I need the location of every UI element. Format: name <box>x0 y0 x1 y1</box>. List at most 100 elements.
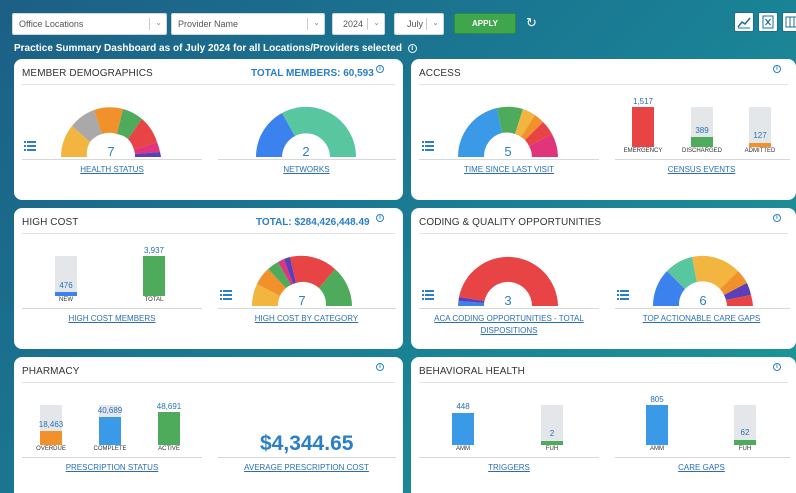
bar-value: 40,689 <box>97 406 123 415</box>
new-bar-track <box>55 256 77 296</box>
divider <box>22 233 395 234</box>
underline <box>218 457 396 458</box>
divider <box>419 84 788 85</box>
coding-quality-card: CODING & QUALITY OPPORTUNITIES i 3 ACA C… <box>411 208 796 349</box>
care-gaps-amm-bar[interactable] <box>646 405 668 445</box>
dispositions-link[interactable]: DISPOSITIONS <box>411 325 607 336</box>
list-icon[interactable] <box>422 141 434 151</box>
triggers-amm-bar[interactable] <box>452 413 474 445</box>
office-locations-value: Office Locations <box>19 19 84 29</box>
column-chooser-icon[interactable] <box>782 12 796 32</box>
underline <box>419 308 599 309</box>
underline <box>218 159 396 160</box>
info-icon[interactable]: i <box>407 44 417 53</box>
underline <box>22 308 202 309</box>
excel-export-icon[interactable] <box>758 12 778 32</box>
discharged-bar[interactable] <box>691 137 713 147</box>
admitted-bar[interactable] <box>749 143 771 147</box>
access-card: ACCESS i 5 TIME SINCE LAST VISIT 1,517 E… <box>411 59 796 200</box>
chevron-down-icon: ⌄ <box>155 18 162 27</box>
triggers-fuh-bar[interactable] <box>541 441 563 445</box>
divider <box>22 382 395 383</box>
time-since-last-visit-link[interactable]: TIME SINCE LAST VISIT <box>411 164 607 175</box>
info-icon[interactable]: i <box>773 363 781 371</box>
bar-label: FUH <box>738 446 752 452</box>
info-icon[interactable]: i <box>773 214 781 222</box>
new-bar[interactable] <box>55 292 77 296</box>
top-actionable-care-gaps-link[interactable]: TOP ACTIONABLE CARE GAPS <box>607 313 796 324</box>
care-gaps-fuh-bar[interactable] <box>734 440 756 445</box>
bar-label: EMERGENCY <box>623 148 663 154</box>
info-icon[interactable]: i <box>773 65 781 73</box>
bar-label: NEW <box>59 297 73 303</box>
admitted-bar-track <box>749 107 771 147</box>
card-title: HIGH COST <box>22 217 79 228</box>
select-divider <box>367 18 368 30</box>
high-cost-category-count: 7 <box>298 293 306 308</box>
bar-value: 62 <box>740 428 750 437</box>
info-icon[interactable]: i <box>376 65 384 73</box>
bar-label: TOTAL <box>144 297 164 303</box>
care-gaps-fuh-bar-track <box>734 405 756 445</box>
bar-value: 1,517 <box>632 97 654 106</box>
total-bar[interactable] <box>143 256 165 296</box>
care-gaps-link[interactable]: CARE GAPS <box>607 462 796 473</box>
bar-value: 476 <box>59 281 73 290</box>
info-icon[interactable]: i <box>376 363 384 371</box>
underline <box>218 308 396 309</box>
line-chart-icon[interactable] <box>734 12 754 32</box>
underline <box>22 159 202 160</box>
underline <box>615 159 790 160</box>
bar-value: 127 <box>753 131 767 140</box>
emergency-bar[interactable] <box>632 107 654 147</box>
year-select[interactable]: 2024 ⌄ <box>332 13 385 35</box>
behavioral-health-card: BEHAVIORAL HEALTH i 448 AMM 2 FUH TRIGGE… <box>411 357 796 493</box>
networks-link[interactable]: NETWORKS <box>210 164 403 175</box>
list-icon[interactable] <box>220 290 232 300</box>
underline <box>419 159 599 160</box>
filter-bar: Office Locations ⌄ Provider Name ⌄ 2024 … <box>12 12 796 35</box>
refresh-icon[interactable]: ↻ <box>526 15 537 31</box>
overdue-bar[interactable] <box>40 431 62 445</box>
list-icon[interactable] <box>24 141 36 151</box>
aca-coding-link[interactable]: ACA CODING OPPORTUNITIES - TOTAL <box>411 313 607 324</box>
aca-coding-count: 3 <box>504 293 512 308</box>
office-locations-select[interactable]: Office Locations ⌄ <box>12 13 167 35</box>
provider-name-value: Provider Name <box>178 19 239 29</box>
provider-name-select[interactable]: Provider Name ⌄ <box>171 13 325 35</box>
underline <box>419 457 599 458</box>
apply-button[interactable]: APPLY <box>454 13 516 34</box>
info-icon[interactable]: i <box>376 214 384 222</box>
divider <box>419 382 788 383</box>
prescription-status-link[interactable]: PRESCRIPTION STATUS <box>14 462 210 473</box>
high-cost-members-link[interactable]: HIGH COST MEMBERS <box>14 313 210 324</box>
chevron-down-icon: ⌄ <box>373 18 380 27</box>
average-prescription-cost-amount: $4,344.65 <box>260 432 354 455</box>
bar-value: 2 <box>549 429 555 438</box>
year-value: 2024 <box>343 19 364 29</box>
high-cost-card: HIGH COST TOTAL: $284,426,448.49 i 476 N… <box>14 208 403 349</box>
bar-value: 48,691 <box>156 402 182 411</box>
total-members: TOTAL MEMBERS: 60,593 <box>251 68 374 79</box>
triggers-fuh-bar-track <box>541 405 563 445</box>
list-icon[interactable] <box>617 290 629 300</box>
triggers-link[interactable]: TRIGGERS <box>411 462 607 473</box>
bar-value: 448 <box>456 402 470 411</box>
complete-bar[interactable] <box>99 417 121 445</box>
active-bar[interactable] <box>158 412 180 445</box>
month-select[interactable]: July ⌄ <box>394 13 444 35</box>
select-divider <box>426 18 427 30</box>
card-title: CODING & QUALITY OPPORTUNITIES <box>419 217 602 228</box>
subtitle-text: Practice Summary Dashboard as of July 20… <box>14 43 402 54</box>
card-title: MEMBER DEMOGRAPHICS <box>22 68 153 79</box>
bar-label: ADMITTED <box>744 148 776 154</box>
average-prescription-cost-link[interactable]: AVERAGE PRESCRIPTION COST <box>210 462 403 473</box>
chevron-down-icon: ⌄ <box>313 18 320 27</box>
census-events-link[interactable]: CENSUS EVENTS <box>607 164 796 175</box>
member-demographics-card: MEMBER DEMOGRAPHICS TOTAL MEMBERS: 60,59… <box>14 59 403 200</box>
health-status-link[interactable]: HEALTH STATUS <box>14 164 210 175</box>
health-status-count: 7 <box>107 144 115 159</box>
high-cost-by-category-link[interactable]: HIGH COST BY CATEGORY <box>210 313 403 324</box>
select-divider <box>149 18 150 30</box>
list-icon[interactable] <box>422 290 434 300</box>
